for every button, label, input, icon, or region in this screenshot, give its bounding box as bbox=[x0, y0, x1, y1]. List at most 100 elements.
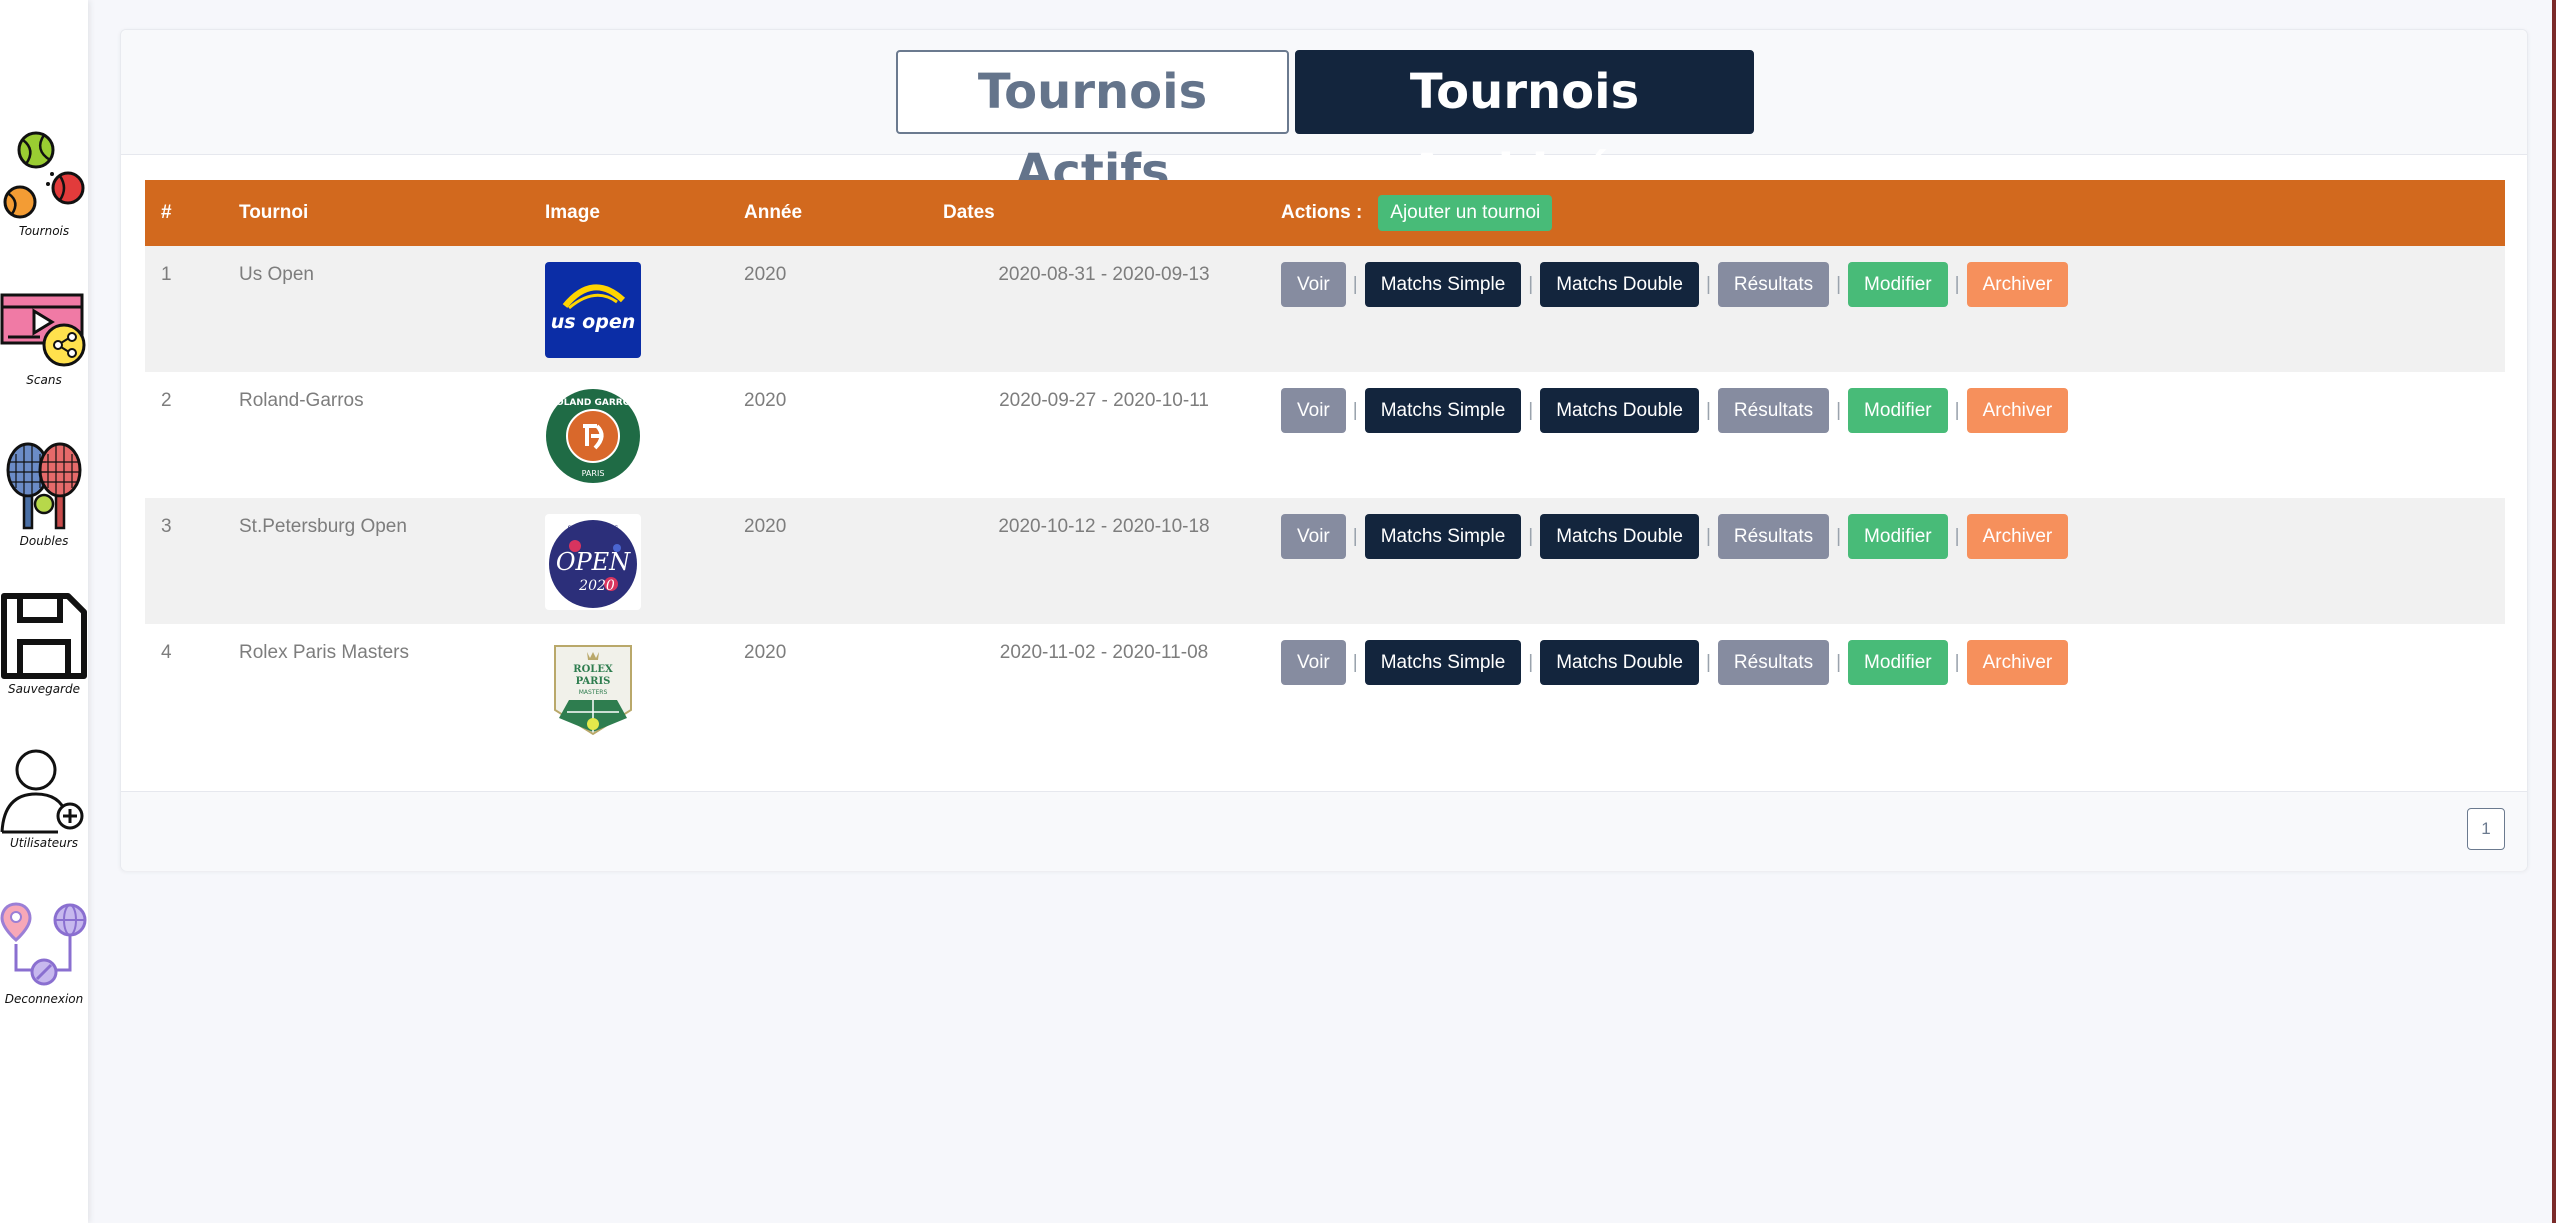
roland-garros-logo: ROLAND GARROS PARIS bbox=[545, 388, 641, 484]
tournaments-table: # Tournoi Image Année Dates Actions : Aj… bbox=[145, 180, 2505, 750]
separator: | bbox=[1528, 399, 1534, 421]
cell-dates: 2020-09-27 - 2020-10-11 bbox=[999, 390, 1209, 411]
results-button[interactable]: Résultats bbox=[1717, 262, 1830, 307]
archive-button[interactable]: Archiver bbox=[1966, 514, 2069, 559]
view-button[interactable]: Voir bbox=[1281, 262, 1346, 307]
cell-actions: Voir | Matchs Simple | Matchs Double | R… bbox=[1265, 246, 2505, 372]
archive-button[interactable]: Archiver bbox=[1966, 262, 2069, 307]
view-button[interactable]: Voir bbox=[1281, 640, 1346, 685]
cell-year: 2020 bbox=[744, 390, 787, 411]
separator: | bbox=[1705, 273, 1711, 295]
cell-year: 2020 bbox=[744, 642, 787, 663]
archive-button[interactable]: Archiver bbox=[1966, 388, 2069, 433]
scan-share-icon bbox=[0, 293, 86, 367]
tournaments-card: Tournois Actifs Tournois Archivés # Tour… bbox=[120, 29, 2528, 871]
cell-actions: Voir | Matchs Simple | Matchs Double | R… bbox=[1265, 372, 2505, 498]
rolex-paris-masters-logo: ROLEX PARIS MASTERS bbox=[545, 640, 641, 736]
sidebar-item-utilisateurs[interactable]: Utilisateurs bbox=[0, 748, 88, 850]
header-year: Année bbox=[744, 202, 803, 223]
tab-active-tournaments[interactable]: Tournois Actifs bbox=[896, 50, 1289, 200]
separator: | bbox=[1528, 273, 1534, 295]
sidebar: Tournois Scans Doubles Sauvegarde Utilis… bbox=[0, 0, 88, 1223]
singles-matches-button[interactable]: Matchs Simple bbox=[1364, 262, 1522, 307]
separator: | bbox=[1836, 525, 1842, 547]
cell-number: 1 bbox=[161, 264, 172, 285]
card-footer: 1 bbox=[121, 791, 2527, 871]
singles-matches-button[interactable]: Matchs Simple bbox=[1364, 514, 1522, 559]
cell-tournament: Roland-Garros bbox=[239, 390, 364, 411]
sidebar-item-deconnexion[interactable]: Deconnexion bbox=[0, 900, 88, 1006]
sidebar-item-label: Scans bbox=[26, 373, 62, 387]
results-button[interactable]: Résultats bbox=[1717, 640, 1830, 685]
svg-text:ROLEX: ROLEX bbox=[573, 664, 613, 675]
separator: | bbox=[1528, 525, 1534, 547]
card-header: Tournois Actifs Tournois Archivés bbox=[121, 30, 2527, 200]
results-button[interactable]: Résultats bbox=[1717, 388, 1830, 433]
cell-year: 2020 bbox=[744, 516, 787, 537]
svg-text:2020: 2020 bbox=[578, 578, 615, 594]
doubles-matches-button[interactable]: Matchs Double bbox=[1540, 388, 1699, 433]
cell-dates: 2020-11-02 - 2020-11-08 bbox=[999, 642, 1209, 663]
tennis-balls-icon bbox=[3, 131, 85, 219]
sidebar-item-label: Doubles bbox=[19, 534, 69, 548]
separator: | bbox=[1705, 399, 1711, 421]
sidebar-item-doubles[interactable]: Doubles bbox=[0, 440, 88, 548]
view-button[interactable]: Voir bbox=[1281, 388, 1346, 433]
separator: | bbox=[1705, 651, 1711, 673]
sidebar-item-tournois[interactable]: Tournois bbox=[0, 128, 88, 238]
cell-actions: Voir | Matchs Simple | Matchs Double | R… bbox=[1265, 498, 2505, 624]
singles-matches-button[interactable]: Matchs Simple bbox=[1364, 388, 1522, 433]
sidebar-item-scans[interactable]: Scans bbox=[0, 291, 88, 387]
floppy-disk-icon bbox=[1, 593, 87, 679]
edit-button[interactable]: Modifier bbox=[1848, 262, 1948, 307]
tab-archived-tournaments[interactable]: Tournois Archivés bbox=[1295, 50, 1754, 200]
network-pin-icon bbox=[0, 902, 87, 986]
sidebar-item-sauvegarde[interactable]: Sauvegarde bbox=[0, 592, 88, 696]
cell-number: 3 bbox=[161, 516, 172, 537]
edit-button[interactable]: Modifier bbox=[1848, 514, 1948, 559]
table-row: 4 Rolex Paris Masters ROLEX PARIS MASTER… bbox=[145, 624, 2505, 750]
header-dates: Dates bbox=[943, 202, 995, 223]
table-row: 1 Us Open us open 2020 2020-08-31 - 2020… bbox=[145, 246, 2505, 372]
separator: | bbox=[1954, 525, 1960, 547]
separator: | bbox=[1954, 651, 1960, 673]
svg-text:us open: us open bbox=[551, 311, 636, 333]
results-button[interactable]: Résultats bbox=[1717, 514, 1830, 559]
pagination-page-button[interactable]: 1 bbox=[2467, 808, 2505, 850]
cell-tournament: St.Petersburg Open bbox=[239, 516, 407, 537]
table-header-row: # Tournoi Image Année Dates Actions : Aj… bbox=[145, 180, 2505, 246]
view-button[interactable]: Voir bbox=[1281, 514, 1346, 559]
cell-dates: 2020-10-12 - 2020-10-18 bbox=[998, 516, 1210, 537]
sidebar-item-label: Utilisateurs bbox=[10, 836, 78, 850]
table-row: 2 Roland-Garros ROLAND GARROS PARIS 2020… bbox=[145, 372, 2505, 498]
tennis-rackets-icon bbox=[6, 442, 82, 530]
singles-matches-button[interactable]: Matchs Simple bbox=[1364, 640, 1522, 685]
header-image: Image bbox=[545, 202, 600, 223]
edit-button[interactable]: Modifier bbox=[1848, 388, 1948, 433]
archive-button[interactable]: Archiver bbox=[1966, 640, 2069, 685]
user-add-icon bbox=[0, 749, 84, 834]
actions-label: Actions : bbox=[1281, 202, 1363, 223]
sidebar-item-label: Tournois bbox=[18, 224, 70, 238]
cell-actions: Voir | Matchs Simple | Matchs Double | R… bbox=[1265, 624, 2505, 750]
svg-text:OPEN: OPEN bbox=[556, 548, 631, 576]
table-row: 3 St.Petersburg Open ST. PETERSBURG OPEN… bbox=[145, 498, 2505, 624]
cell-year: 2020 bbox=[744, 264, 787, 285]
svg-text:PARIS: PARIS bbox=[582, 469, 605, 478]
sidebar-item-label: Deconnexion bbox=[4, 992, 84, 1006]
doubles-matches-button[interactable]: Matchs Double bbox=[1540, 514, 1699, 559]
cell-image: ST. PETERSBURG OPEN 2020 bbox=[529, 498, 728, 624]
edit-button[interactable]: Modifier bbox=[1848, 640, 1948, 685]
separator: | bbox=[1836, 273, 1842, 295]
separator: | bbox=[1352, 273, 1358, 295]
window-edge bbox=[2552, 0, 2556, 1223]
separator: | bbox=[1352, 525, 1358, 547]
header-number: # bbox=[161, 202, 172, 223]
separator: | bbox=[1836, 399, 1842, 421]
separator: | bbox=[1528, 651, 1534, 673]
cell-number: 4 bbox=[161, 642, 172, 663]
cell-image: ROLAND GARROS PARIS bbox=[529, 372, 728, 498]
doubles-matches-button[interactable]: Matchs Double bbox=[1540, 640, 1699, 685]
doubles-matches-button[interactable]: Matchs Double bbox=[1540, 262, 1699, 307]
add-tournament-button[interactable]: Ajouter un tournoi bbox=[1378, 195, 1553, 231]
